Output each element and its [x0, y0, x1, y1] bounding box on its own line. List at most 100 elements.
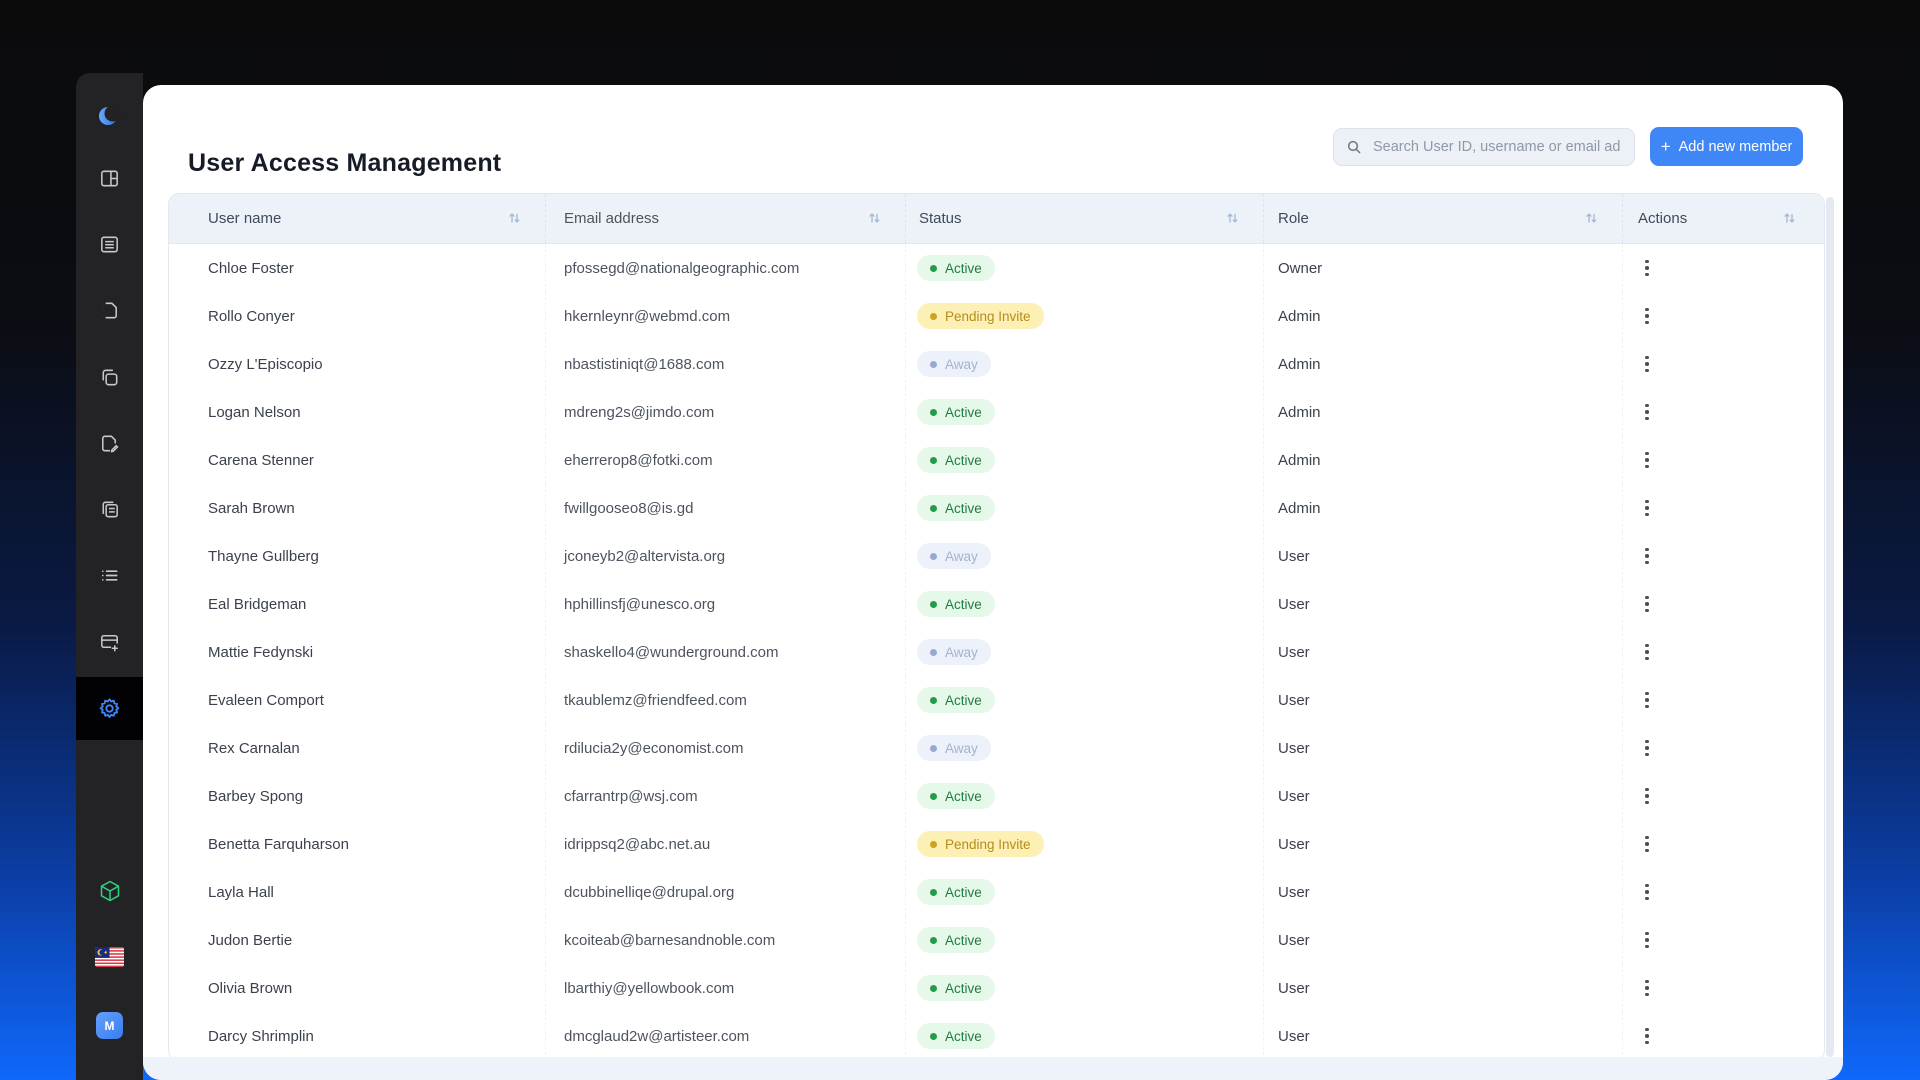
search-input[interactable]	[1371, 138, 1622, 156]
sidebar-item-edit-document[interactable]	[76, 421, 143, 465]
user-name-cell: Chloe Foster	[169, 244, 546, 292]
row-actions-kebab-icon[interactable]	[1638, 403, 1656, 421]
user-avatar[interactable]: M	[76, 1003, 143, 1047]
status-dot-icon	[930, 936, 937, 944]
role-cell: Owner	[1264, 244, 1623, 292]
row-actions-kebab-icon[interactable]	[1638, 1027, 1656, 1045]
sidebar-item-sandbox[interactable]	[76, 869, 143, 913]
row-actions-kebab-icon[interactable]	[1638, 307, 1656, 325]
user-name-cell: Judon Bertie	[169, 916, 546, 964]
add-new-member-button[interactable]: + Add new member	[1650, 127, 1803, 166]
row-actions-kebab-icon[interactable]	[1638, 979, 1656, 997]
status-badge: Active	[917, 1023, 995, 1049]
actions-cell	[1623, 484, 1820, 532]
sidebar-item-layout[interactable]	[76, 156, 143, 200]
email-cell: dcubbinelliqe@drupal.org	[546, 868, 906, 916]
status-badge: Pending Invite	[917, 831, 1044, 857]
row-actions-kebab-icon[interactable]	[1638, 931, 1656, 949]
status-cell: Active	[906, 244, 1264, 292]
status-cell: Active	[906, 772, 1264, 820]
user-name-cell: Rollo Conyer	[169, 292, 546, 340]
status-dot-icon	[930, 600, 937, 608]
table-row: Logan Nelson mdreng2s@jimdo.com Active Admi…	[169, 388, 1824, 436]
sort-icon[interactable]	[868, 211, 881, 225]
email-cell: lbarthiy@yellowbook.com	[546, 964, 906, 1012]
row-actions-kebab-icon[interactable]	[1638, 259, 1656, 277]
row-actions-kebab-icon[interactable]	[1638, 355, 1656, 373]
actions-cell	[1623, 820, 1820, 868]
row-actions-kebab-icon[interactable]	[1638, 547, 1656, 565]
layout-panels-icon	[101, 170, 118, 186]
email-cell: kcoiteab@barnesandnoble.com	[546, 916, 906, 964]
role-cell: User	[1264, 724, 1623, 772]
status-badge: Pending Invite	[917, 303, 1044, 329]
table-row: Ozzy L'Episcopio nbastistiniqt@1688.com Aw…	[169, 340, 1824, 388]
sidebar-item-reports[interactable]	[76, 487, 143, 531]
column-header-role[interactable]: Role	[1264, 194, 1623, 243]
row-actions-kebab-icon[interactable]	[1638, 835, 1656, 853]
status-cell: Active	[906, 580, 1264, 628]
table-row: Layla Hall dcubbinelliqe@drupal.org Active…	[169, 868, 1824, 916]
search-box[interactable]	[1333, 128, 1635, 166]
sort-icon[interactable]	[1783, 211, 1796, 225]
sidebar-item-settings[interactable]	[76, 677, 143, 740]
column-header-status[interactable]: Status	[906, 194, 1264, 243]
m-avatar: M	[96, 1011, 123, 1039]
sidebar-item-records[interactable]	[76, 222, 143, 266]
user-name-cell: Sarah Brown	[169, 484, 546, 532]
role-cell: User	[1264, 1012, 1623, 1060]
sidebar-item-copies[interactable]	[76, 355, 143, 399]
actions-cell	[1623, 628, 1820, 676]
actions-cell	[1623, 916, 1820, 964]
role-cell: Admin	[1264, 436, 1623, 484]
column-header-email-address[interactable]: Email address	[546, 194, 906, 243]
sort-icon[interactable]	[508, 211, 521, 225]
sort-icon[interactable]	[1226, 211, 1239, 225]
status-badge: Active	[917, 255, 995, 281]
row-actions-kebab-icon[interactable]	[1638, 451, 1656, 469]
row-actions-kebab-icon[interactable]	[1638, 643, 1656, 661]
sidebar: M	[76, 73, 143, 1080]
user-name-cell: Olivia Brown	[169, 964, 546, 1012]
status-cell: Away	[906, 724, 1264, 772]
email-cell: dmcglaud2w@artisteer.com	[546, 1012, 906, 1060]
actions-cell	[1623, 676, 1820, 724]
sort-icon[interactable]	[1585, 211, 1598, 225]
plus-icon: +	[1660, 136, 1671, 156]
table-row: Rex Carnalan rdilucia2y@economist.com Away…	[169, 724, 1824, 772]
row-actions-kebab-icon[interactable]	[1638, 787, 1656, 805]
column-header-actions[interactable]: Actions	[1623, 194, 1820, 243]
row-actions-kebab-icon[interactable]	[1638, 883, 1656, 901]
status-dot-icon	[930, 456, 937, 464]
sidebar-item-language[interactable]	[76, 935, 143, 979]
table-row: Mattie Fedynski shaskello4@wunderground.c…	[169, 628, 1824, 676]
user-name-cell: Ozzy L'Episcopio	[169, 340, 546, 388]
row-actions-kebab-icon[interactable]	[1638, 595, 1656, 613]
logo-crescent[interactable]	[76, 94, 143, 138]
sidebar-item-add-window[interactable]	[76, 620, 143, 664]
status-dot-icon	[930, 840, 937, 848]
sidebar-item-list[interactable]	[76, 553, 143, 597]
file-edit-icon	[102, 435, 119, 453]
status-cell: Active	[906, 916, 1264, 964]
status-badge: Active	[917, 783, 995, 809]
row-actions-kebab-icon[interactable]	[1638, 739, 1656, 757]
status-cell: Active	[906, 964, 1264, 1012]
row-actions-kebab-icon[interactable]	[1638, 691, 1656, 709]
role-cell: User	[1264, 868, 1623, 916]
status-dot-icon	[930, 984, 937, 992]
status-cell: Active	[906, 436, 1264, 484]
email-cell: jconeyb2@altervista.org	[546, 532, 906, 580]
sidebar-item-documents[interactable]	[76, 288, 143, 332]
user-name-cell: Carena Stenner	[169, 436, 546, 484]
row-actions-kebab-icon[interactable]	[1638, 499, 1656, 517]
column-header-user-name[interactable]: User name	[169, 194, 546, 243]
user-name-cell: Barbey Spong	[169, 772, 546, 820]
user-name-cell: Logan Nelson	[169, 388, 546, 436]
status-cell: Away	[906, 628, 1264, 676]
table-row: Barbey Spong cfarrantrp@wsj.com Active User	[169, 772, 1824, 820]
vertical-scrollbar[interactable]	[1826, 197, 1834, 1057]
email-cell: shaskello4@wunderground.com	[546, 628, 906, 676]
actions-cell	[1623, 292, 1820, 340]
table-row: Rollo Conyer hkernleynr@webmd.com Pending …	[169, 292, 1824, 340]
